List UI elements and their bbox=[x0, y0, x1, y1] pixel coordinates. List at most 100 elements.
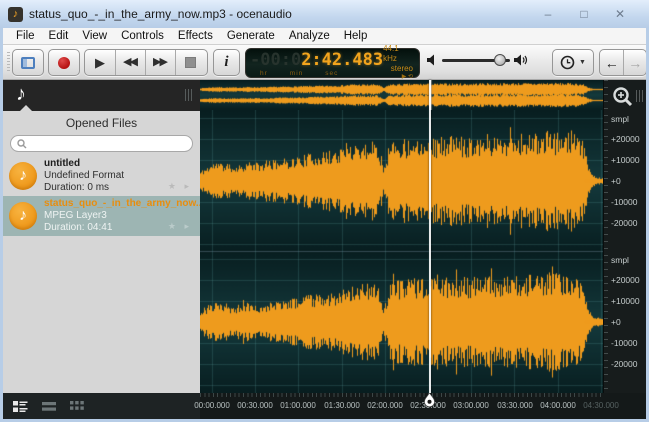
amp-label: +10000 bbox=[611, 296, 640, 306]
speaker-low-icon bbox=[427, 54, 438, 66]
time-tick-label: 01:00.000 bbox=[280, 401, 316, 410]
sidebar-grip[interactable] bbox=[185, 89, 192, 101]
sidebar-header: ♪ bbox=[3, 80, 200, 111]
time-format-button[interactable]: ▼ bbox=[552, 49, 594, 76]
time-tick-label: 03:00.000 bbox=[453, 401, 489, 410]
view-details-button[interactable] bbox=[13, 401, 28, 412]
amp-label: +0 bbox=[611, 317, 621, 327]
transport-group: ▶ ◀◀ ▶▶ bbox=[84, 49, 208, 76]
menu-edit[interactable]: Edit bbox=[42, 29, 76, 43]
lcd-unit-labels: hrminsec bbox=[250, 70, 383, 77]
amplitude-ticks bbox=[604, 80, 608, 393]
panel-title: Opened Files bbox=[3, 111, 200, 130]
menu-view[interactable]: View bbox=[75, 29, 114, 43]
clock-icon bbox=[560, 55, 575, 70]
audio-file-icon: ♪ bbox=[9, 162, 37, 190]
opened-files-panel: Opened Files ♪ untitled Undefined Format… bbox=[3, 111, 200, 393]
play-icon: ▶ bbox=[95, 56, 105, 69]
undo-back-button[interactable]: ← bbox=[600, 50, 623, 75]
info-button[interactable]: i bbox=[213, 49, 240, 76]
menu-analyze[interactable]: Analyze bbox=[282, 29, 337, 43]
minor-ticks bbox=[200, 393, 603, 397]
time-tick-label: 04:00.000 bbox=[540, 401, 576, 410]
menubar: File Edit View Controls Effects Generate… bbox=[3, 28, 646, 45]
amp-label: -20000 bbox=[611, 218, 637, 228]
lcd-dim-digits: -00:0 bbox=[250, 50, 301, 70]
amplitude-scale-column: smpl +20000 +10000 +0 -10000 -20000 smpl… bbox=[603, 80, 646, 393]
file-duration: Duration: 0 ms bbox=[44, 182, 124, 194]
file-format: Undefined Format bbox=[44, 170, 124, 182]
time-tick-label: 02:00.000 bbox=[367, 401, 403, 410]
volume-control bbox=[427, 54, 529, 66]
lcd-channel-mode: stereo bbox=[391, 64, 413, 74]
waveform-main-view[interactable] bbox=[200, 110, 603, 393]
time-tick-label: 01:30.000 bbox=[324, 401, 360, 410]
zoom-icon[interactable] bbox=[612, 86, 634, 108]
playhead-marker[interactable] bbox=[424, 393, 435, 407]
amp-label: smpl bbox=[611, 255, 629, 265]
playhead-cursor[interactable] bbox=[429, 80, 431, 393]
scale-grip[interactable] bbox=[636, 90, 643, 102]
amp-label: +10000 bbox=[611, 155, 640, 165]
toolbar: ▶ ◀◀ ▶▶ i -00:02:42.483 hrminsec 44.1 kH… bbox=[3, 45, 646, 80]
time-tick-label: 03:30.000 bbox=[497, 401, 533, 410]
amp-label: -10000 bbox=[611, 197, 637, 207]
view-mode-bar bbox=[3, 393, 200, 419]
file-item-actions[interactable]: ★ ▸ bbox=[168, 181, 192, 192]
time-tick-label: 00:30.000 bbox=[237, 401, 273, 410]
volume-slider[interactable] bbox=[442, 59, 510, 62]
search-icon bbox=[17, 139, 27, 149]
ocenaudio-window: { "window": { "title": "status_quo_-_in_… bbox=[0, 0, 649, 422]
amp-label: +20000 bbox=[611, 134, 640, 144]
arrow-right-icon: → bbox=[628, 56, 642, 70]
maximize-button[interactable]: □ bbox=[577, 7, 591, 21]
file-title: untitled bbox=[44, 158, 124, 170]
time-tick-label: 00:00.000 bbox=[194, 401, 230, 410]
time-ruler[interactable]: 00:00.000 00:30.000 01:00.000 01:30.000 … bbox=[200, 393, 646, 419]
sidebar-panel-icon bbox=[21, 57, 35, 69]
waveform-overview[interactable] bbox=[200, 80, 603, 110]
close-button[interactable]: ✕ bbox=[613, 7, 627, 21]
history-nav-group: ← → bbox=[599, 49, 647, 76]
menu-file[interactable]: File bbox=[9, 29, 42, 43]
toggle-sidebar-button[interactable] bbox=[12, 49, 44, 76]
fast-forward-button[interactable]: ▶▶ bbox=[145, 50, 175, 75]
stop-icon bbox=[185, 57, 196, 68]
app-icon: ♪ bbox=[8, 7, 23, 22]
arrow-left-icon: ← bbox=[605, 56, 619, 70]
file-list-item-untitled[interactable]: ♪ untitled Undefined Format Duration: 0 … bbox=[3, 156, 200, 196]
rewind-button[interactable]: ◀◀ bbox=[115, 50, 145, 75]
view-list-button[interactable] bbox=[42, 401, 56, 412]
fast-forward-icon: ▶▶ bbox=[153, 57, 168, 68]
file-search-box[interactable] bbox=[10, 135, 193, 152]
menu-effects[interactable]: Effects bbox=[171, 29, 220, 43]
volume-slider-knob[interactable] bbox=[494, 54, 506, 66]
amp-label: -10000 bbox=[611, 338, 637, 348]
file-title: status_quo_-_in_the_army_now.... bbox=[44, 198, 194, 210]
titlebar[interactable]: ♪ status_quo_-_in_the_army_now.mp3 - oce… bbox=[0, 0, 649, 28]
music-note-tab-icon[interactable]: ♪ bbox=[16, 83, 26, 106]
menu-help[interactable]: Help bbox=[337, 29, 375, 43]
stop-button[interactable] bbox=[175, 50, 205, 75]
speaker-high-icon bbox=[514, 54, 529, 66]
file-list-item-status-quo[interactable]: ♪ status_quo_-_in_the_army_now.... MPEG … bbox=[3, 196, 200, 236]
view-grid-button[interactable] bbox=[70, 401, 84, 412]
toolbar-grip[interactable] bbox=[7, 52, 10, 72]
menu-controls[interactable]: Controls bbox=[114, 29, 171, 43]
record-icon bbox=[58, 57, 70, 69]
time-tick-label-dim: 04:30.000 bbox=[583, 401, 619, 410]
window-title: status_quo_-_in_the_army_now.mp3 - ocena… bbox=[29, 7, 292, 21]
record-button[interactable] bbox=[48, 49, 80, 76]
rewind-icon: ◀◀ bbox=[123, 57, 138, 68]
redo-forward-button[interactable]: → bbox=[623, 50, 646, 75]
lcd-sample-rate: 44.1 kHz bbox=[383, 44, 413, 64]
lcd-time: 2:42.483 bbox=[301, 50, 383, 70]
file-item-actions[interactable]: ★ ▸ bbox=[168, 221, 192, 232]
menu-generate[interactable]: Generate bbox=[220, 29, 282, 43]
audio-file-icon: ♪ bbox=[9, 202, 37, 230]
play-button[interactable]: ▶ bbox=[85, 50, 115, 75]
amp-label: -20000 bbox=[611, 359, 637, 369]
minimize-button[interactable]: – bbox=[541, 7, 555, 21]
chevron-down-icon: ▼ bbox=[579, 59, 586, 66]
search-input[interactable] bbox=[27, 137, 186, 150]
